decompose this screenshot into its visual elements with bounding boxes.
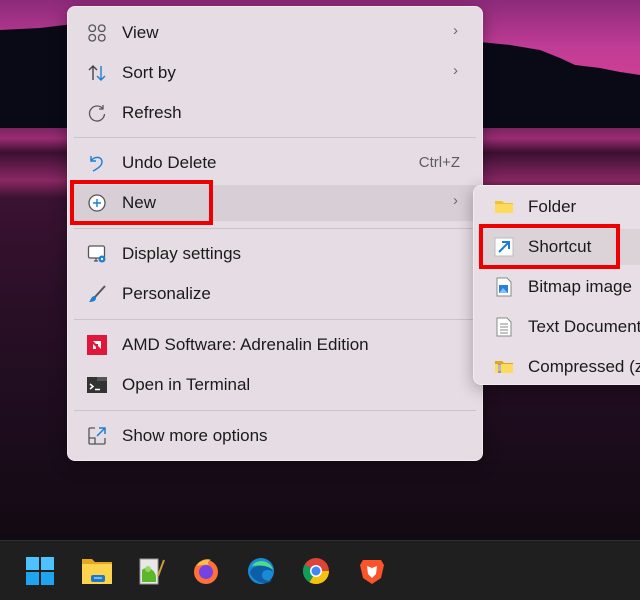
firefox-icon[interactable]	[188, 553, 224, 589]
edge-icon[interactable]	[243, 553, 279, 589]
text-document-icon	[494, 317, 514, 337]
menu-item-label: Show more options	[122, 426, 268, 445]
menu-separator	[74, 410, 476, 411]
brush-icon	[87, 284, 107, 304]
menu-item-label: Display settings	[122, 244, 242, 263]
menu-separator	[74, 228, 476, 229]
submenu-item-shortcut[interactable]: Shortcut	[478, 229, 640, 265]
menu-item-show-more-options[interactable]: Show more options	[72, 418, 478, 454]
notepad-plus-plus-icon[interactable]	[133, 553, 169, 589]
terminal-icon	[87, 375, 107, 395]
sort-icon	[87, 63, 107, 83]
menu-item-open-in-terminal[interactable]: Open in Terminal	[72, 367, 478, 403]
bitmap-icon	[494, 277, 514, 297]
plus-circle-icon	[87, 193, 107, 213]
menu-item-label: View	[122, 23, 159, 42]
file-explorer-icon[interactable]	[79, 553, 115, 589]
menu-item-label: Personalize	[122, 284, 211, 303]
menu-item-label: Refresh	[122, 103, 182, 122]
folder-icon	[494, 197, 514, 217]
menu-item-undo-delete[interactable]: Undo Delete Ctrl+Z	[72, 145, 478, 181]
menu-item-new[interactable]: New ›	[72, 185, 478, 221]
brave-icon[interactable]	[354, 553, 390, 589]
new-submenu: Folder Shortcut Bitmap image Text Docume…	[473, 185, 640, 385]
taskbar	[0, 540, 640, 600]
desktop-context-menu: View › Sort by › Refresh Undo Delete Ctr…	[67, 6, 483, 461]
submenu-item-label: Shortcut	[528, 237, 592, 256]
submenu-item-label: Compressed (zipped) Folder	[528, 357, 640, 376]
submenu-item-bitmap-image[interactable]: Bitmap image	[478, 269, 640, 305]
submenu-item-folder[interactable]: Folder	[478, 189, 640, 225]
menu-item-label: AMD Software: Adrenalin Edition	[122, 335, 369, 354]
submenu-item-text-document[interactable]: Text Document	[478, 309, 640, 345]
menu-item-label: Open in Terminal	[122, 375, 251, 394]
display-settings-icon	[87, 244, 107, 264]
menu-item-label: Undo Delete	[122, 153, 217, 172]
chrome-icon[interactable]	[298, 553, 334, 589]
chevron-right-icon: ›	[453, 62, 458, 79]
grid-icon	[87, 23, 107, 43]
shortcut-icon	[494, 237, 514, 257]
menu-item-refresh[interactable]: Refresh	[72, 95, 478, 131]
menu-item-sort-by[interactable]: Sort by ›	[72, 55, 478, 91]
submenu-item-compressed-folder[interactable]: Compressed (zipped) Folder	[478, 349, 640, 385]
start-icon[interactable]	[22, 553, 58, 589]
submenu-item-label: Text Document	[528, 317, 640, 336]
menu-item-view[interactable]: View ›	[72, 15, 478, 51]
zip-folder-icon	[494, 357, 514, 377]
chevron-right-icon: ›	[453, 22, 458, 39]
menu-item-personalize[interactable]: Personalize	[72, 276, 478, 312]
menu-item-amd-software[interactable]: AMD Software: Adrenalin Edition	[72, 327, 478, 363]
amd-icon	[87, 335, 107, 355]
submenu-item-label: Folder	[528, 197, 577, 216]
keyboard-shortcut: Ctrl+Z	[418, 154, 460, 171]
menu-item-display-settings[interactable]: Display settings	[72, 236, 478, 272]
show-more-icon	[87, 426, 107, 446]
menu-separator	[74, 319, 476, 320]
submenu-item-label: Bitmap image	[528, 277, 632, 296]
undo-icon	[87, 153, 107, 173]
chevron-right-icon: ›	[453, 192, 458, 209]
menu-item-label: New	[122, 193, 157, 212]
menu-item-label: Sort by	[122, 63, 176, 82]
refresh-icon	[87, 103, 107, 123]
menu-separator	[74, 137, 476, 138]
